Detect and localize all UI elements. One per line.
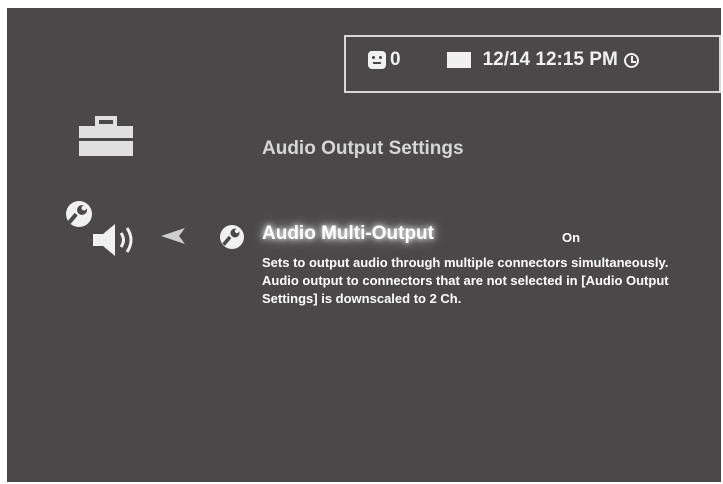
face-icon	[368, 51, 386, 69]
toolbox-icon	[79, 116, 133, 156]
arrow-left-icon[interactable]	[159, 226, 187, 246]
option-value[interactable]: On	[562, 230, 580, 245]
option-description: Sets to output audio through multiple co…	[262, 255, 669, 306]
option-wrench-icon	[220, 225, 244, 249]
status-row: 0 12/14 12:15 PM	[368, 49, 639, 71]
datetime: 12/14 12:15 PM	[482, 49, 618, 70]
mail-icon	[446, 52, 471, 68]
message-count: 0	[390, 49, 401, 70]
speaker-icon	[93, 224, 133, 256]
tv-screen: 0 12/14 12:15 PM Audio Output Settings A…	[7, 8, 721, 482]
option-title[interactable]: Audio Multi-Output	[262, 223, 434, 245]
status-bar: 0 12/14 12:15 PM	[344, 35, 721, 93]
clock-icon	[623, 52, 639, 68]
menu-heading: Audio Output Settings	[262, 138, 464, 159]
